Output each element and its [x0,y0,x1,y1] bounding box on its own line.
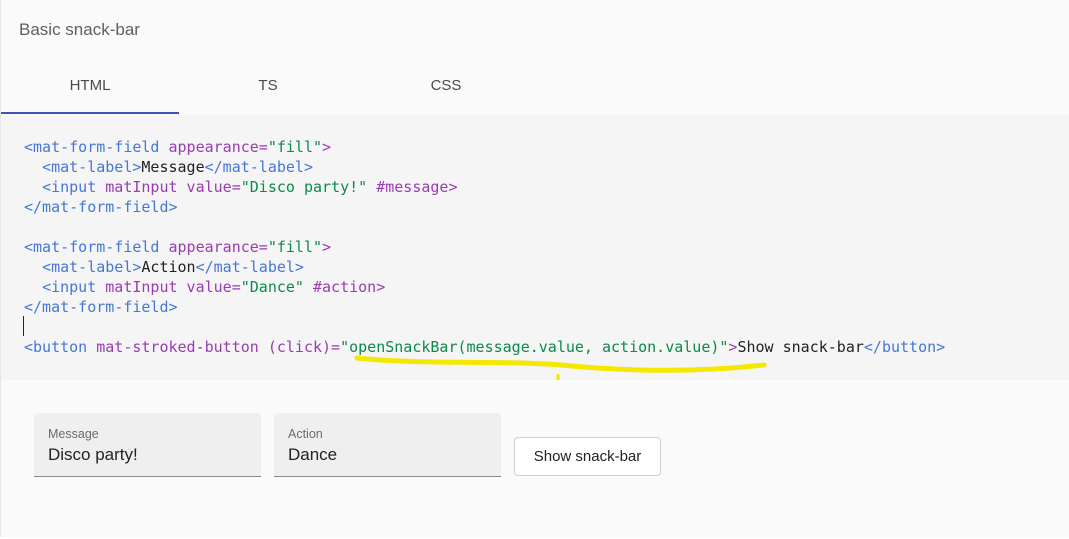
message-label: Message [48,427,99,441]
code-viewer: <mat-form-field appearance="fill"> <mat-… [1,115,1069,381]
code-tag: </mat-label> [204,158,313,176]
code-string: "fill" [267,238,323,256]
code-string: "Dance" [240,278,304,296]
html-code-block: <mat-form-field appearance="fill"> <mat-… [24,137,945,357]
action-input[interactable] [288,445,478,465]
code-attr: appearance= [159,238,268,256]
message-input[interactable] [48,445,238,465]
code-attr: matInput value= [96,278,241,296]
code-punct: > [322,138,332,156]
code-string: "Disco party!" [240,178,368,196]
code-text: Message [141,158,205,176]
code-tag: <mat-label> [42,158,142,176]
code-string: "fill" [267,138,323,156]
example-card: Basic snack-bar HTML TS CSS <mat-form-fi… [0,0,1069,537]
action-field[interactable]: Action [274,413,501,477]
code-attr: matInput value= [96,178,241,196]
code-tag: </button> [863,338,946,356]
demo-area: Message Action Show snack-bar [1,380,1069,537]
show-snack-bar-button[interactable]: Show snack-bar [514,437,661,476]
code-tag: </mat-label> [195,258,304,276]
code-text: Action [141,258,196,276]
text-cursor [23,316,24,336]
code-string-click-handler: openSnackBar(message.value, action.value… [349,338,720,356]
code-tag: <button [24,338,88,356]
code-string: " [340,338,350,356]
code-tag: <input [42,178,97,196]
code-tag: </mat-form-field> [24,198,178,216]
example-title: Basic snack-bar [19,20,140,39]
code-tag: <mat-form-field [24,238,160,256]
code-tag: <mat-label> [42,258,142,276]
code-tag: <input [42,278,97,296]
message-field[interactable]: Message [34,413,261,477]
code-attr: #action> [303,278,386,296]
code-tabs: HTML TS CSS [1,60,1069,116]
action-label: Action [288,427,323,441]
tab-css[interactable]: CSS [357,60,535,112]
code-attr: appearance= [159,138,268,156]
code-tag: </mat-form-field> [24,298,178,316]
code-text: Show snack-bar [737,338,864,356]
code-punct: > [322,238,332,256]
tab-ts[interactable]: TS [179,60,357,112]
code-attr: mat-stroked-button (click)= [87,338,341,356]
tab-html[interactable]: HTML [1,60,179,114]
code-attr: #message> [367,178,458,196]
code-tag: <mat-form-field [24,138,160,156]
